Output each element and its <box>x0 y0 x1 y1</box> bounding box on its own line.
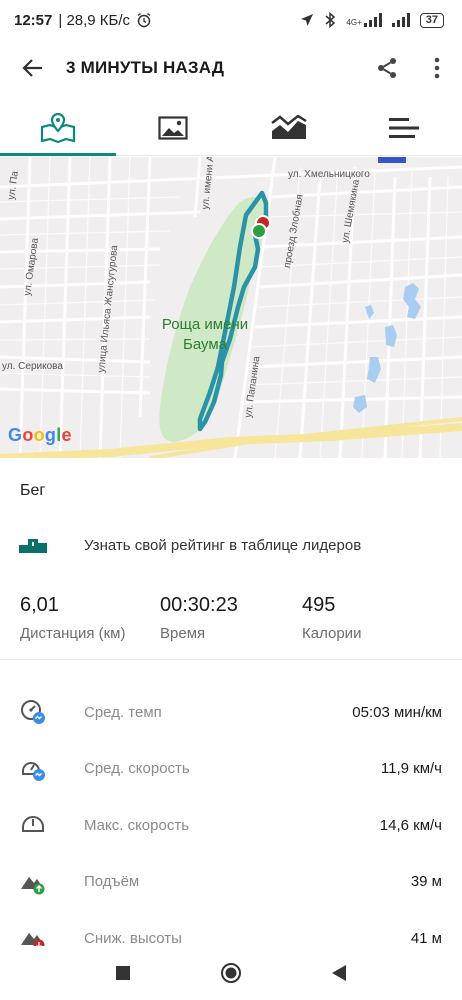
elevation-gain-icon <box>21 876 45 895</box>
system-nav-bar <box>0 946 462 1000</box>
stat-distance: 6,01 Дистанция (км) <box>20 594 126 642</box>
detail-value: 39 м <box>410 873 442 891</box>
stat-value: 00:30:23 <box>160 594 238 616</box>
activity-type: Бег <box>20 482 46 499</box>
street-label: ул. Серикова <box>2 361 63 372</box>
park-label: Роща имени Баума <box>161 316 249 353</box>
summary-stats: 6,01 Дистанция (км) 00:30:23 Время 495 К… <box>0 590 462 660</box>
stat-time: 00:30:23 Время <box>160 594 238 642</box>
detail-value: 14,6 км/ч <box>379 816 442 834</box>
detail-value: 11,9 км/ч <box>380 760 442 778</box>
top-app-bar: 3 МИНУТЫ НАЗАД <box>0 40 462 96</box>
back-nav-button[interactable] <box>325 959 353 987</box>
tab-charts[interactable] <box>231 100 347 155</box>
stat-label: Калории <box>302 625 362 642</box>
street-label: ул. Хмельницкого <box>288 169 370 180</box>
alarm-icon <box>137 12 151 28</box>
podium-icon <box>19 539 47 553</box>
detail-row-avg-speed: Сред. скорость 11,9 км/ч <box>0 741 462 798</box>
detail-row-max-speed: Макс. скорость 14,6 км/ч <box>0 797 462 854</box>
back-arrow-icon <box>22 59 42 77</box>
map-icon <box>40 112 75 143</box>
stat-value: 495 <box>302 594 336 616</box>
detail-row-avg-pace: Сред. темп 05:03 мин/км <box>0 684 462 741</box>
detail-value: 41 м <box>410 929 442 947</box>
leaderboard-link[interactable]: Узнать свой рейтинг в таблице лидеров <box>0 528 462 562</box>
page-title: 3 МИНУТЫ НАЗАД <box>66 58 225 77</box>
map-canvas <box>0 157 462 458</box>
status-bar: 12:57 | 28,9 КБ/с 4G+ 37 <box>0 0 462 40</box>
detail-label: Макс. скорость <box>84 816 190 834</box>
detail-label: Сред. скорость <box>84 760 190 778</box>
detail-label: Сред. темп <box>84 703 162 721</box>
tab-details[interactable] <box>347 100 462 155</box>
route-map[interactable]: ул. Хмельницкого ул. Шемякина ул. Папани… <box>0 157 462 458</box>
recents-button[interactable] <box>109 959 137 987</box>
circle-icon <box>221 963 241 983</box>
share-button[interactable] <box>362 40 412 96</box>
avg-speed-icon <box>22 761 45 781</box>
signal-2-icon <box>391 13 410 27</box>
stat-calories: 495 Калории <box>302 594 361 642</box>
detail-label: Подъём <box>84 873 140 891</box>
tab-map[interactable] <box>0 100 116 156</box>
back-button[interactable] <box>0 40 66 96</box>
more-options-button[interactable] <box>412 40 462 96</box>
stat-label: Время <box>160 625 206 642</box>
max-speed-icon <box>22 816 44 833</box>
bluetooth-icon <box>325 12 336 28</box>
share-icon <box>378 58 396 78</box>
battery-indicator: 37 <box>419 12 444 28</box>
tab-bar <box>0 100 462 156</box>
detail-list: Сред. темп 05:03 мин/км Сред. скорость 1… <box>0 684 462 967</box>
chart-icon <box>271 114 307 139</box>
detail-label: Сниж. высоты <box>84 929 182 947</box>
photo-icon <box>158 115 188 140</box>
signal-icon: 4G+ <box>346 13 382 27</box>
location-arrow-icon <box>301 14 314 26</box>
triangle-back-icon <box>332 965 346 981</box>
square-icon <box>116 966 130 980</box>
more-vert-icon <box>434 57 440 79</box>
status-time: 12:57 <box>14 11 53 29</box>
home-button[interactable] <box>217 959 245 987</box>
list-icon <box>389 117 420 138</box>
tab-photos[interactable] <box>116 100 232 155</box>
stat-label: Дистанция (км) <box>20 625 126 642</box>
start-marker <box>251 223 267 239</box>
status-network-speed: | 28,9 КБ/с <box>58 11 131 29</box>
avg-pace-icon <box>21 700 45 725</box>
detail-row-elevation-gain: Подъём 39 м <box>0 854 462 911</box>
leaderboard-text: Узнать свой рейтинг в таблице лидеров <box>84 536 362 554</box>
stat-value: 6,01 <box>20 594 59 616</box>
google-logo: Google <box>8 425 72 445</box>
detail-value: 05:03 мин/км <box>352 703 442 721</box>
